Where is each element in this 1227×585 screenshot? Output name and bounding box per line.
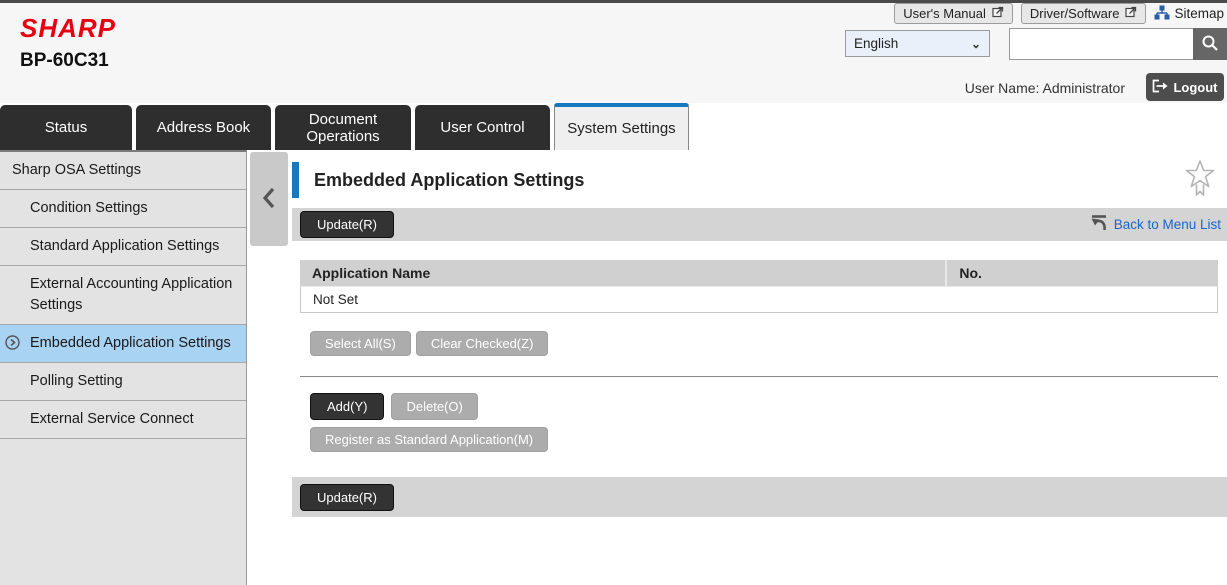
cell-no	[945, 287, 1217, 312]
page-title: Embedded Application Settings	[314, 170, 584, 191]
chevron-down-icon: ⌄	[971, 37, 981, 51]
sidebar-item-external-accounting-application-settings[interactable]: External Accounting Application Settings	[0, 266, 246, 325]
sidebar-gap	[247, 150, 292, 585]
main-panel: Embedded Application Settings Update(R) …	[292, 150, 1227, 585]
main-tab-bar: Status Address Book Document Operations …	[0, 103, 1227, 150]
horizontal-divider	[300, 376, 1218, 377]
favorite-star-icon[interactable]	[1184, 159, 1216, 204]
logout-button[interactable]: Logout	[1146, 73, 1224, 101]
application-table: Application Name No. Not Set	[300, 260, 1218, 313]
cell-application-name: Not Set	[301, 287, 945, 312]
back-to-menu-link[interactable]: Back to Menu List	[1089, 213, 1221, 236]
tab-status[interactable]: Status	[0, 105, 132, 150]
language-select[interactable]: English ⌄	[845, 30, 990, 57]
users-manual-label: User's Manual	[903, 6, 986, 21]
bottom-toolbar: Update(R)	[292, 477, 1227, 517]
column-header-application-name: Application Name	[300, 260, 945, 286]
update-button-top[interactable]: Update(R)	[300, 211, 394, 238]
sidebar-item-external-service-connect[interactable]: External Service Connect	[0, 401, 246, 439]
tab-system-settings[interactable]: System Settings	[554, 103, 689, 150]
column-header-no: No.	[945, 260, 1218, 286]
clear-checked-button[interactable]: Clear Checked(Z)	[416, 331, 549, 356]
update-button-bottom[interactable]: Update(R)	[300, 484, 394, 511]
add-delete-button-row: Add(Y) Delete(O)	[310, 393, 1227, 420]
sitemap-link[interactable]: Sitemap	[1154, 5, 1224, 23]
search-button[interactable]	[1193, 28, 1227, 60]
top-toolbar: Update(R) Back to Menu List	[292, 208, 1227, 241]
tab-user-control[interactable]: User Control	[415, 105, 550, 150]
sidebar-collapse-button[interactable]	[250, 152, 288, 246]
sitemap-label: Sitemap	[1174, 6, 1224, 21]
add-button[interactable]: Add(Y)	[310, 393, 384, 420]
sidebar-item-standard-application-settings[interactable]: Standard Application Settings	[0, 228, 246, 266]
delete-button[interactable]: Delete(O)	[391, 393, 477, 420]
selection-button-row: Select All(S) Clear Checked(Z)	[310, 331, 1227, 356]
circle-chevron-right-icon	[5, 335, 20, 350]
sidebar: Sharp OSA Settings Condition Settings St…	[0, 150, 247, 585]
sidebar-item-polling-setting[interactable]: Polling Setting	[0, 363, 246, 401]
title-accent-bar	[292, 162, 299, 198]
users-manual-button[interactable]: User's Manual	[894, 3, 1013, 24]
model-name: BP-60C31	[20, 50, 109, 72]
select-all-button[interactable]: Select All(S)	[310, 331, 411, 356]
language-select-value: English	[854, 36, 898, 51]
driver-software-button[interactable]: Driver/Software	[1021, 3, 1147, 24]
sharp-logo: SHARP	[20, 13, 116, 44]
external-link-icon	[1125, 6, 1137, 21]
return-arrow-icon	[1089, 213, 1109, 236]
tab-address-book[interactable]: Address Book	[136, 105, 271, 150]
logout-label: Logout	[1173, 80, 1217, 95]
header: SHARP BP-60C31 User's Manual Driver/Soft…	[0, 0, 1227, 103]
sidebar-item-condition-settings[interactable]: Condition Settings	[0, 190, 246, 228]
user-name-label: User Name: Administrator	[965, 80, 1125, 96]
driver-software-label: Driver/Software	[1030, 6, 1120, 21]
sidebar-item-embedded-application-settings[interactable]: Embedded Application Settings	[0, 325, 246, 363]
table-row: Not Set	[300, 286, 1218, 313]
sitemap-icon	[1154, 5, 1170, 23]
search-input[interactable]	[1009, 28, 1193, 60]
register-button-row: Register as Standard Application(M)	[310, 427, 1227, 452]
search-icon	[1201, 34, 1219, 55]
register-standard-application-button[interactable]: Register as Standard Application(M)	[310, 427, 548, 452]
sidebar-item-label: Embedded Application Settings	[30, 335, 231, 351]
page-title-row: Embedded Application Settings	[292, 162, 1227, 198]
content-area: Sharp OSA Settings Condition Settings St…	[0, 150, 1227, 585]
back-to-menu-label: Back to Menu List	[1114, 217, 1221, 232]
tab-document-operations[interactable]: Document Operations	[275, 105, 411, 150]
sidebar-item-sharp-osa-settings[interactable]: Sharp OSA Settings	[0, 152, 246, 190]
external-link-icon	[992, 6, 1004, 21]
page: SHARP BP-60C31 User's Manual Driver/Soft…	[0, 0, 1227, 585]
chevron-left-icon	[260, 185, 278, 214]
logout-icon	[1152, 79, 1168, 96]
header-links: User's Manual Driver/Software Sitemap	[894, 3, 1224, 24]
table-header-row: Application Name No.	[300, 260, 1218, 286]
